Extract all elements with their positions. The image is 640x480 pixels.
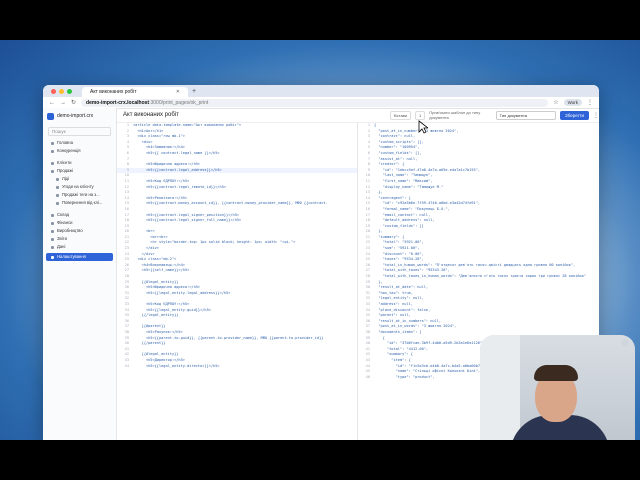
sidebar-item[interactable]: Продажі теги на з... [43,191,116,199]
sidebar-item-label: Дані [57,244,66,249]
code-text: <h5>{{legal_entity.legal_address}}</h5> [133,290,231,295]
nav-item-icon [56,185,59,189]
brand-logo-icon [47,112,54,120]
insert-button[interactable]: Встави [390,110,412,120]
document-type-select[interactable]: Тип документа [495,110,557,120]
sidebar-item[interactable]: Склад [43,211,116,219]
sidebar-item-label: Ліді [62,176,70,181]
nav-item-icon [51,213,54,217]
new-tab-icon[interactable]: + [192,88,196,95]
line-number: 44 [124,363,129,368]
sidebar-item-label: Фінанси [57,220,73,225]
code-text: "display_name": "Тимощук М." [374,184,444,189]
nav-item-icon [51,255,54,259]
sidebar-item[interactable]: Угоди на клієнту [43,183,116,191]
sidebar-item[interactable]: Клієнти [43,159,116,167]
webcam-overlay [480,335,635,440]
browser-menu-icon[interactable]: ⋮ [587,99,593,106]
template-code-editor[interactable]: 1 <article data-template-name="Акт викона… [117,123,358,440]
header-controls: Встави 1 Прив'язати шаблон до типу докум… [390,110,599,120]
nav-item-icon [51,221,54,225]
url-host: demo-import-crx.localhost [86,99,150,106]
sidebar-item-label: Клієнти [57,160,72,165]
code-text: <h5>{{legal_entity.director}}</h5> [133,363,220,368]
sidebar-nav: Головна Конкуренція Клієнти Продажі Ліді Угод… [43,139,116,261]
forward-icon[interactable]: → [60,100,66,106]
code-text: "total_with_taxes_in_human_words": "Дев'… [374,274,587,279]
sidebar-item-label: Угоди на клієнту [62,184,94,189]
code-text: <h5>{{contract.legal_address}}</h5> [133,167,222,172]
line-number: 46 [365,374,370,379]
nav-item-icon [51,237,54,241]
page-header: Акт виконаних робіт Встави 1 Прив'язати … [117,108,599,123]
more-menu-icon[interactable]: ⋮ [593,112,599,119]
code-text: {{/parent}} [133,341,166,346]
sidebar-item-label: Продажі теги на з... [62,192,100,197]
code-text: "type": "product", [374,374,435,379]
brand-name: demo-import.crx [57,113,94,119]
code-text: <h5>{{contract.legal_remote_id}}</h5> [133,184,227,189]
sidebar-item-label: Конкуренція [57,148,81,153]
close-window-icon[interactable] [51,88,56,94]
sidebar-item-label: Головна [57,140,73,145]
sidebar-item-label: Налаштування [57,254,86,259]
nav-item-icon [56,177,59,181]
code-text: <h5>{{contract.money_account_id}}, {{con… [133,201,328,206]
code-text: <h5>{{contract.legal_signer_full_name}}<… [133,218,242,223]
webcam-light [621,339,629,347]
sidebar-item[interactable]: Ліді [43,175,116,183]
sidebar-item-label: Звіти [57,236,67,241]
sidebar: demo-import.crx Пошук Головна Конкуренція… [43,108,117,440]
sidebar-item[interactable]: Головна [43,139,116,147]
reload-icon[interactable]: ↻ [71,99,76,106]
code-line: 44 <h5>{{legal_entity.director}}</h5> [117,364,357,370]
sidebar-item[interactable]: Дані [43,243,116,251]
profile-chip[interactable]: Work [563,99,582,106]
maximize-window-icon[interactable] [67,88,72,94]
sidebar-item[interactable]: Продажі [43,167,116,175]
sidebar-item-label: Повернення від клі... [62,200,103,205]
browser-tab[interactable]: Акт виконаних робіт ✕ [82,87,188,97]
nav-item-icon [56,193,59,197]
brand[interactable]: demo-import.crx [43,108,116,124]
back-icon[interactable]: ← [49,100,55,106]
template-label: Прив'язати шаблон до типу документа [429,110,481,120]
code-line: 15 <h5>{{contract.money_account_id}}, {{… [117,201,357,207]
minimize-window-icon[interactable] [59,88,64,94]
sidebar-item[interactable]: Повернення від клі... [43,199,116,207]
presenter-hair [534,365,578,381]
save-button[interactable]: Зберегти [560,110,589,120]
sidebar-item[interactable]: Фінанси [43,219,116,227]
sidebar-item-label: Склад [57,212,70,217]
tab-title: Акт виконаних робіт [90,89,137,95]
sidebar-item[interactable]: Виробництво [43,227,116,235]
sidebar-item[interactable]: Налаштування [46,253,113,261]
code-line: 28 "total_with_taxes_in_human_words": "Д… [358,274,599,280]
nav-item-icon [51,141,54,145]
page-title: Акт виконаних робіт [123,112,179,118]
url-path: :3000/print_pages/ok_print [149,99,209,106]
close-tab-icon[interactable]: ✕ [176,89,180,95]
nav-item-icon [51,149,54,153]
code-text: {{/legal_entity}} [133,313,179,318]
nav-item-icon [51,161,54,165]
code-text: <h5>{{ contract.legal_name }}</h5> [133,150,220,155]
nav-item-icon [56,201,59,205]
sidebar-item[interactable]: Звіти [43,235,116,243]
bookmark-star-icon[interactable]: ☆ [553,99,558,106]
webcam-wall [480,335,520,440]
address-bar[interactable]: demo-import-crx.localhost:3000/print_pag… [81,98,549,107]
count-chip[interactable]: 1 [415,110,426,120]
sidebar-item-label: Продажі [57,168,74,173]
desktop-background: Акт виконаних робіт ✕ + ← → ↻ demo-impor… [0,40,640,440]
sidebar-item-label: Виробництво [57,228,83,233]
browser-tab-bar: Акт виконаних робіт ✕ + [43,85,599,97]
window-controls [51,88,72,94]
nav-item-icon [51,169,54,173]
nav-item-icon [51,229,54,233]
nav-item-icon [51,245,54,249]
search-input[interactable]: Пошук [48,127,111,136]
sidebar-item[interactable]: Конкуренція [43,147,116,155]
code-text: <h5>{{self_name}}</h5> [133,268,190,273]
